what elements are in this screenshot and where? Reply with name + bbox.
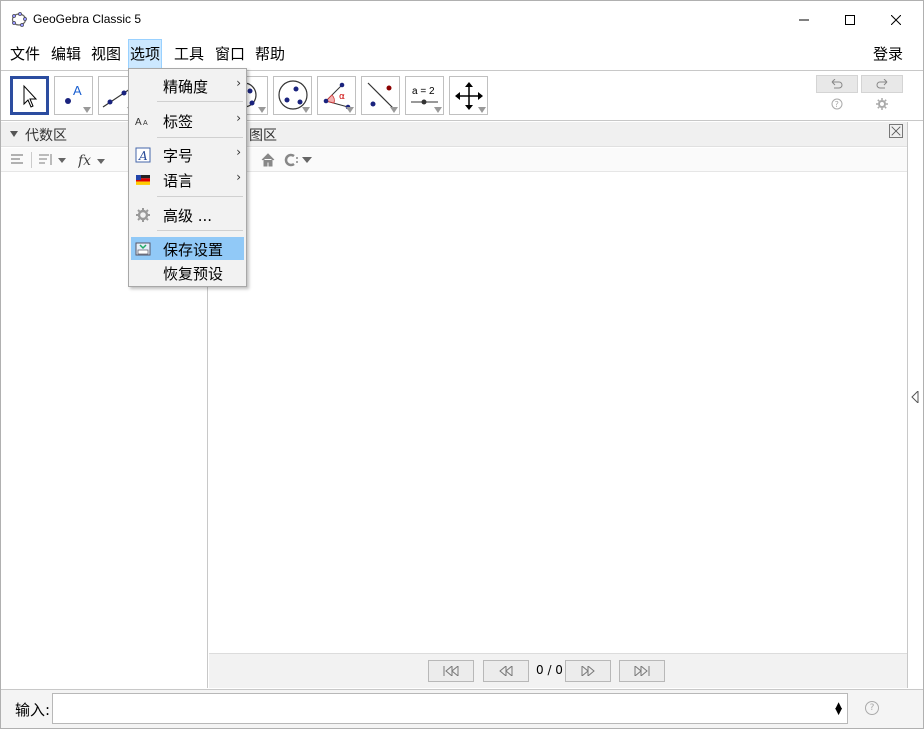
svg-text:?: ? [835,100,839,109]
svg-text:a = 2: a = 2 [412,86,435,97]
redo-icon [876,79,888,89]
labeling-icon: A A [135,117,148,128]
tool-move[interactable] [10,76,49,115]
collapse-triangle-icon[interactable] [10,131,18,137]
previous-step-icon [499,666,513,676]
menu-item-rounding[interactable]: 精确度 › [131,74,244,97]
expand-panel-arrow-icon[interactable] [911,391,919,403]
submenu-arrow-icon: › [236,111,241,125]
tool-angle[interactable]: α [317,76,356,115]
menu-item-labeling[interactable]: A A 标签 › [131,109,244,132]
submenu-arrow-icon: › [236,76,241,90]
menu-window[interactable]: 窗口 [214,39,246,69]
menu-item-advanced[interactable]: 高级 ... [131,203,244,226]
last-step-button[interactable] [619,660,665,682]
font-size-icon: A [135,147,151,163]
graphics-title: 图区 [249,128,277,144]
gear-icon[interactable] [876,98,888,110]
menu-item-save-settings[interactable]: 保存设置 [131,237,244,260]
tool-slider[interactable]: a = 2 [405,76,444,115]
menu-file[interactable]: 文件 [9,39,41,69]
input-bar: 输入: ▲ ▼ ? [1,689,923,728]
graphics-style-bar [209,148,907,172]
step-counter: 0 / 0 [536,663,563,677]
help-icon[interactable]: ? [831,98,843,110]
svg-text:A: A [73,83,82,98]
close-view-icon[interactable] [889,124,903,138]
previous-step-button[interactable] [483,660,529,682]
next-step-icon [581,666,595,676]
animation-playbar: 0 / 0 [209,653,907,688]
language-flag-icon [136,175,150,185]
close-button[interactable] [873,1,919,38]
menu-tools[interactable]: 工具 [173,39,205,69]
input-label: 输入: [15,701,51,719]
window-title: GeoGebra Classic 5 [33,12,142,26]
menu-options[interactable]: 选项 [128,39,163,69]
last-step-icon [634,666,650,676]
save-settings-icon [135,242,151,256]
description-mode-icon[interactable] [11,154,25,166]
tool-point[interactable]: A [54,76,93,115]
maximize-icon [845,14,855,25]
menu-edit[interactable]: 编辑 [50,39,82,69]
move-arrow-icon [23,84,38,108]
tool-circle-three-points[interactable] [273,76,312,115]
submenu-arrow-icon: › [236,170,241,184]
svg-text:A: A [138,149,148,163]
history-spinner-icon[interactable]: ▲ ▼ [835,702,842,717]
menu-item-restore-defaults[interactable]: 恢复预设 [131,261,244,284]
svg-text:fx: fx [78,153,91,168]
sort-icon[interactable] [39,153,67,167]
undo-button[interactable] [816,75,858,93]
graphics-header: 图区 [209,122,907,147]
home-icon[interactable] [261,153,275,167]
app-window: GeoGebra Classic 5 文件 编辑 视图 选项 工具 窗口 帮助 … [0,0,924,729]
function-fx-icon[interactable]: fx [78,152,108,168]
svg-text:A: A [143,120,148,127]
first-step-icon [443,666,459,676]
svg-text:A: A [135,117,142,128]
right-collapse-strip [907,122,923,688]
menu-help[interactable]: 帮助 [254,39,286,69]
redo-button[interactable] [861,75,903,93]
tool-move-graphics[interactable] [449,76,488,115]
menu-bar: 文件 编辑 视图 选项 工具 窗口 帮助 登录 [1,39,923,69]
minimize-icon [799,19,809,20]
input-field[interactable]: ▲ ▼ [52,693,848,724]
input-help-icon[interactable]: ? [865,701,879,715]
menu-item-font-size[interactable]: A 字号 › [131,143,244,166]
close-icon [891,14,901,25]
algebra-title: 代数区 [25,128,67,144]
minimize-button[interactable] [781,1,827,38]
geogebra-logo-icon [11,12,27,27]
first-step-button[interactable] [428,660,474,682]
options-menu: 精确度 › A A 标签 › A 字号 › 语言 › 高级 ... 保存设置 恢… [128,68,247,287]
advanced-gear-icon [136,208,150,222]
menu-item-language[interactable]: 语言 › [131,168,244,191]
maximize-button[interactable] [827,1,873,38]
submenu-arrow-icon: › [236,145,241,159]
undo-icon [831,79,843,89]
graphics-view[interactable]: 图区 0 / 0 [209,122,907,688]
svg-text:α: α [339,92,345,102]
axes-grid-toggle-icon[interactable] [282,153,314,167]
login-link[interactable]: 登录 [873,39,903,69]
next-step-button[interactable] [565,660,611,682]
tool-reflect[interactable] [361,76,400,115]
title-bar: GeoGebra Classic 5 [1,1,923,38]
menu-view[interactable]: 视图 [90,39,122,69]
